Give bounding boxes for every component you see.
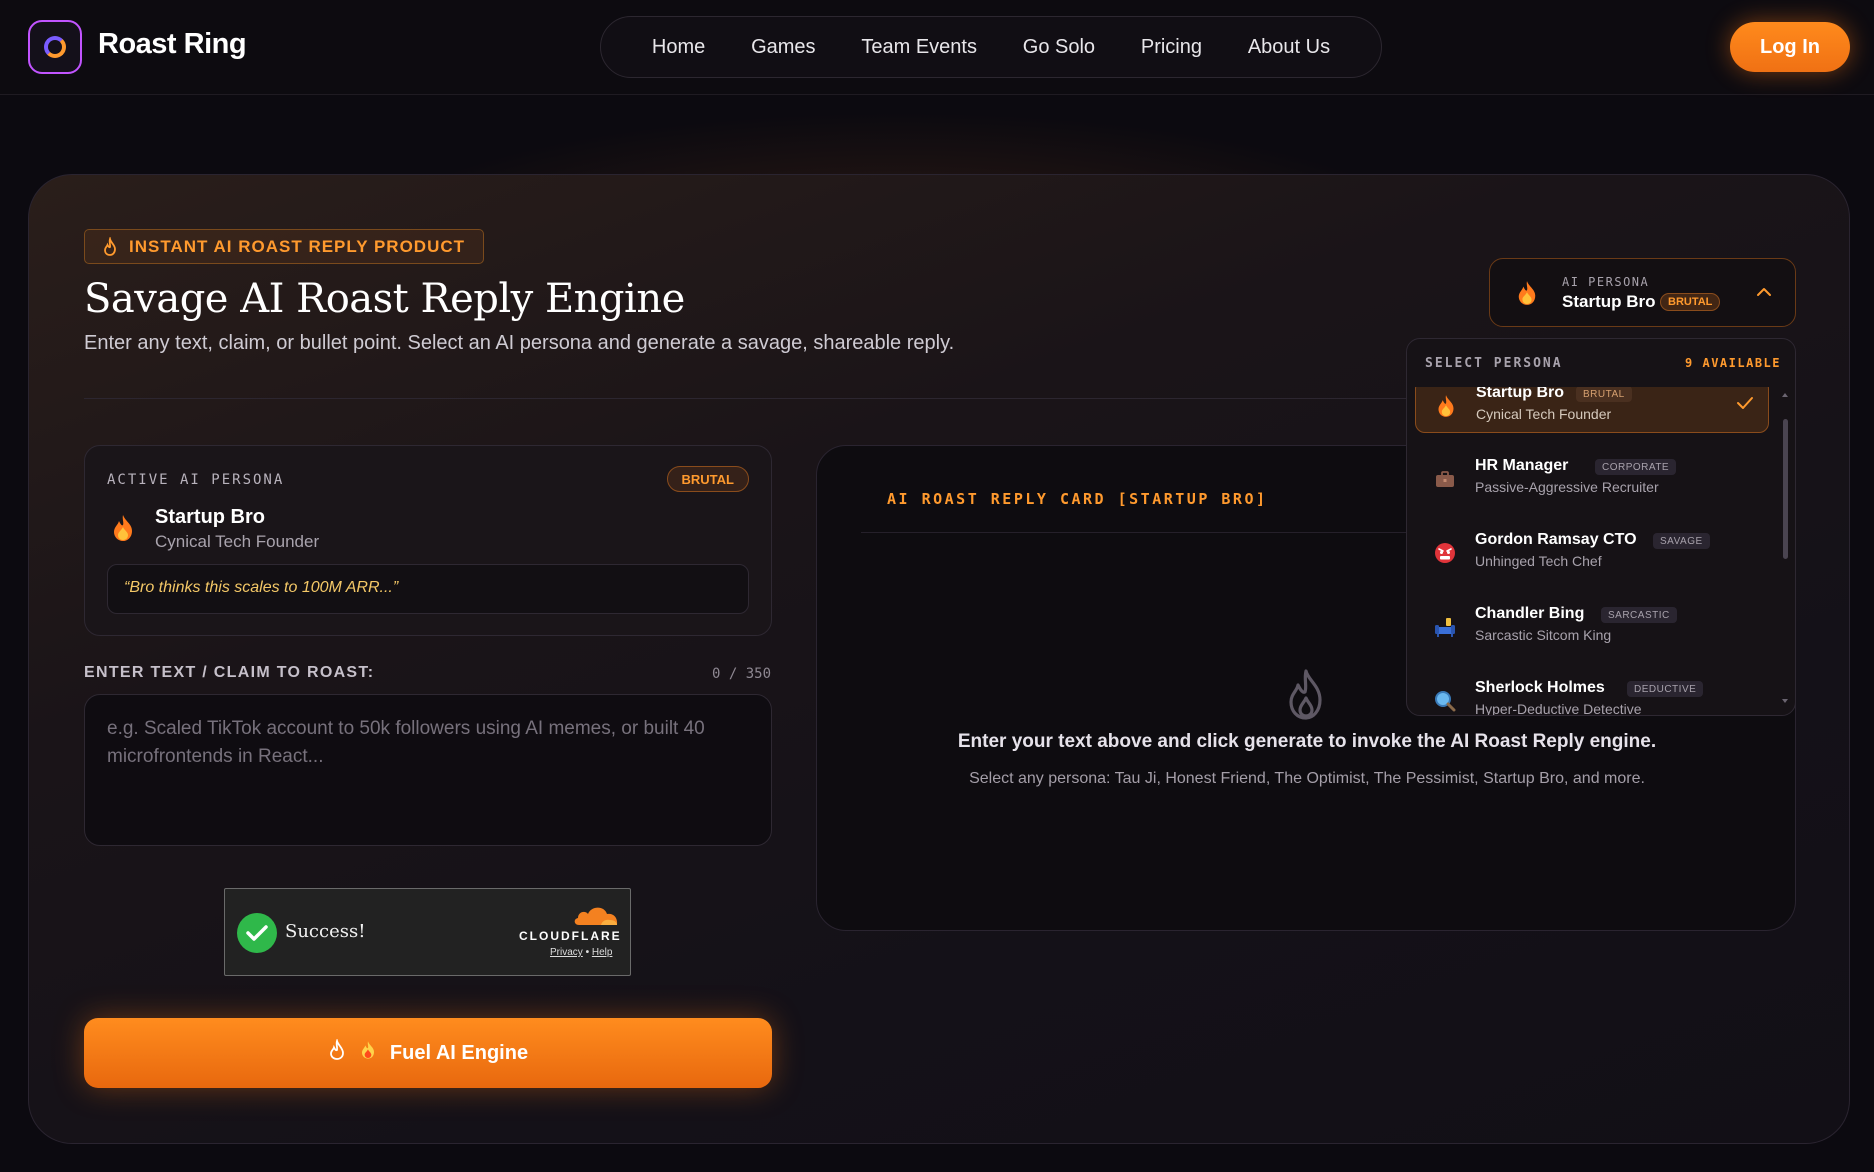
persona-subtitle: Passive-Aggressive Recruiter [1475,479,1659,495]
persona-selector[interactable]: AI PERSONA Startup Bro BRUTAL [1489,258,1796,327]
flame-outline-icon [328,1037,346,1067]
nav-home[interactable]: Home [652,36,705,59]
fire-icon [1516,280,1538,311]
brutal-badge: BRUTAL [666,466,749,492]
logo-icon[interactable] [28,20,82,74]
fire-icon [360,1040,376,1066]
persona-name: Startup Bro [1476,387,1564,401]
flame-outline-icon [1283,668,1329,727]
captcha-links: Privacy • Help [550,947,612,958]
input-label: ENTER TEXT / CLAIM TO ROAST: [84,664,375,681]
check-icon [1736,396,1754,415]
char-count: 0 / 350 [712,666,772,682]
flame-outline-icon [101,235,119,262]
privacy-link[interactable]: Privacy [550,947,583,958]
selector-brutal-badge: BRUTAL [1660,293,1721,311]
persona-name: Sherlock Holmes [1475,679,1605,696]
selector-label: AI PERSONA [1562,275,1650,289]
roast-text-input[interactable]: e.g. Scaled TikTok account to 50k follow… [84,694,772,846]
cloudflare-brand: CLOUDFLARE [519,929,622,943]
dropdown-heading: SELECT PERSONA [1425,356,1563,371]
persona-subtitle: Cynical Tech Founder [1476,406,1612,422]
top-header: Roast Ring Home Games Team Events Go Sol… [0,0,1874,95]
persona-tag: SARCASTIC [1601,607,1677,623]
fire-icon [1434,394,1458,418]
help-link[interactable]: Help [592,947,613,958]
persona-list: Startup Bro BRUTAL Cynical Tech Founder … [1407,387,1795,716]
login-button[interactable]: Log In [1730,22,1850,72]
nav-about-us[interactable]: About Us [1248,36,1330,59]
persona-option-startup-bro[interactable]: Startup Bro BRUTAL Cynical Tech Founder [1415,387,1769,433]
magnifier-icon [1433,689,1457,713]
reply-card-heading: AI ROAST REPLY CARD [STARTUP BRO] [887,490,1268,508]
persona-quote: “Bro thinks this scales to 100M ARR...” [107,564,749,614]
nav-games[interactable]: Games [751,36,815,59]
brand-name[interactable]: Roast Ring [98,28,247,61]
persona-name: Gordon Ramsay CTO [1475,531,1637,548]
persona-option-chandler-bing[interactable]: Chandler Bing SARCASTIC Sarcastic Sitcom… [1415,601,1769,655]
persona-name: Chandler Bing [1475,605,1585,622]
active-persona-name: Startup Bro [155,506,265,528]
persona-subtitle: Unhinged Tech Chef [1475,553,1602,569]
fuel-button-label: Fuel AI Engine [389,1041,529,1064]
main-nav: Home Games Team Events Go Solo Pricing A… [600,16,1382,78]
link-separator: • [585,947,590,958]
persona-option-hr-manager[interactable]: HR Manager CORPORATE Passive-Aggressive … [1415,453,1769,507]
persona-tag: CORPORATE [1595,459,1677,475]
nav-go-solo[interactable]: Go Solo [1023,36,1095,59]
success-check-icon [237,913,277,953]
active-persona-label: ACTIVE AI PERSONA [107,472,285,488]
fuel-ai-engine-button[interactable]: Fuel AI Engine [84,1018,772,1088]
angry-face-icon [1433,541,1457,565]
cloudflare-cloud-icon [571,903,621,932]
product-tag-text: INSTANT AI ROAST REPLY PRODUCT [129,236,466,256]
persona-subtitle: Hyper-Deductive Detective [1475,701,1642,716]
fire-icon [111,514,135,547]
available-count: 9 AVAILABLE [1685,356,1781,370]
captcha-status: Success! [285,921,366,942]
briefcase-icon [1433,467,1457,491]
couch-icon [1433,615,1457,639]
persona-tag: BRUTAL [1576,387,1632,402]
reply-persona-hint: Select any persona: Tau Ji, Honest Frien… [969,770,1645,787]
chevron-up-icon [1756,285,1772,303]
persona-option-gordon-ramsay-cto[interactable]: Gordon Ramsay CTO SAVAGE Unhinged Tech C… [1415,527,1769,581]
active-persona-card: ACTIVE AI PERSONA BRUTAL Startup Bro Cyn… [84,445,772,636]
cloudflare-captcha[interactable]: Success! CLOUDFLARE Privacy • Help [224,888,631,976]
persona-tag: SAVAGE [1653,533,1710,549]
persona-tag: DEDUCTIVE [1627,681,1704,697]
page-title: Savage AI Roast Reply Engine [84,276,685,322]
active-persona-role: Cynical Tech Founder [155,532,320,551]
reply-empty-message: Enter your text above and click generate… [957,731,1657,752]
nav-team-events[interactable]: Team Events [861,36,977,59]
persona-dropdown: SELECT PERSONA 9 AVAILABLE Startup Bro B… [1406,338,1796,716]
scrollbar-thumb[interactable] [1783,419,1788,559]
product-tag: INSTANT AI ROAST REPLY PRODUCT [84,229,485,264]
persona-subtitle: Sarcastic Sitcom King [1475,627,1612,643]
nav-pricing[interactable]: Pricing [1141,36,1202,59]
persona-option-sherlock-holmes[interactable]: Sherlock Holmes DEDUCTIVE Hyper-Deductiv… [1415,675,1769,716]
persona-name: HR Manager [1475,457,1569,474]
page-subtitle: Enter any text, claim, or bullet point. … [84,332,955,354]
selector-persona-name: Startup Bro [1562,292,1656,311]
